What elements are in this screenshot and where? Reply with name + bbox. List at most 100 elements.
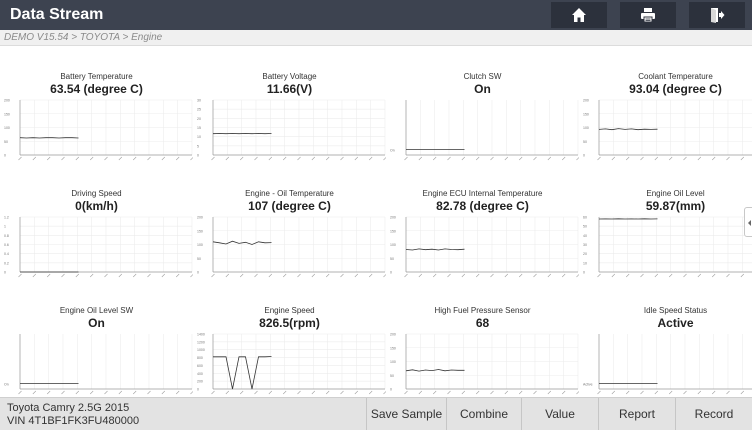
trend-chart: On bbox=[4, 334, 193, 395]
stream-item[interactable]: 200 150 100 50 0 Battery Temperature 63.54 (… bbox=[0, 46, 193, 163]
x-tick-mark bbox=[490, 273, 494, 278]
stream-item[interactable]: 30 25 20 15 10 5 0 Battery Voltage 11.66(V) bbox=[193, 46, 386, 163]
bottom-bar: Toyota Camry 2.5G 2015 VIN 4T1BF1FK3FU48… bbox=[0, 397, 752, 430]
stream-item[interactable]: On Clutch SW On bbox=[386, 46, 579, 163]
y-tick-label: 800 bbox=[197, 356, 203, 360]
stream-item[interactable]: 200 150 100 50 0 Engine ECU Internal Tempera… bbox=[386, 163, 579, 280]
home-icon bbox=[572, 8, 586, 22]
y-tick-label: 0.8 bbox=[4, 234, 9, 238]
x-tick-mark bbox=[625, 156, 630, 161]
stream-item[interactable]: 1400 1200 1000 800 600 400 200 0 Engine Speed 8… bbox=[193, 280, 386, 397]
stream-item-value: 63.54 (degree C) bbox=[50, 82, 143, 96]
y-tick-label: 0 bbox=[390, 271, 392, 275]
y-tick-label: 0 bbox=[4, 271, 6, 275]
x-tick-mark bbox=[726, 390, 730, 395]
x-tick-mark bbox=[475, 273, 480, 278]
stream-item-value: 11.66(V) bbox=[266, 82, 313, 96]
y-tick-label: 10 bbox=[583, 261, 587, 265]
record-button[interactable]: Record bbox=[675, 398, 752, 430]
x-tick-mark bbox=[46, 156, 51, 161]
combine-button[interactable]: Combine bbox=[446, 398, 521, 430]
y-tick-label: 30 bbox=[583, 243, 587, 247]
x-tick-mark bbox=[118, 156, 123, 161]
x-tick-mark bbox=[239, 156, 244, 161]
stream-item-value: 82.78 (degree C) bbox=[436, 199, 529, 213]
x-tick-mark bbox=[547, 156, 552, 161]
x-tick-mark bbox=[32, 273, 37, 278]
x-tick-mark bbox=[132, 273, 137, 278]
stream-item-name: Engine - Oil Temperature bbox=[245, 189, 334, 198]
series-line bbox=[213, 356, 272, 390]
x-tick-mark bbox=[611, 273, 616, 278]
y-tick-label: On bbox=[4, 383, 9, 387]
stream-item-name: Idle Speed Status bbox=[643, 306, 708, 315]
y-tick-label: 1.2 bbox=[4, 216, 9, 220]
x-tick-mark bbox=[254, 390, 258, 395]
stream-item[interactable]: 200 150 100 50 0 Coolant Temperature 93.04 (… bbox=[579, 46, 752, 163]
y-tick-label: 600 bbox=[197, 364, 203, 368]
x-tick-mark bbox=[461, 390, 466, 395]
value-button[interactable]: Value bbox=[521, 398, 598, 430]
series-line bbox=[212, 240, 272, 245]
x-tick-mark bbox=[325, 273, 330, 278]
series-line bbox=[405, 369, 465, 372]
printer-icon bbox=[641, 8, 655, 23]
x-tick-mark bbox=[268, 156, 273, 161]
exit-button[interactable] bbox=[689, 2, 745, 28]
save-sample-button[interactable]: Save Sample bbox=[366, 398, 446, 430]
y-tick-label: On bbox=[390, 149, 395, 153]
x-tick-mark bbox=[711, 273, 716, 278]
y-tick-label: 1 bbox=[4, 225, 6, 229]
stream-item[interactable]: On Engine Oil Level SW On bbox=[0, 280, 193, 397]
x-tick-mark bbox=[225, 273, 230, 278]
x-tick-mark bbox=[75, 273, 80, 278]
stream-item[interactable]: Active Idle Speed Status Active bbox=[579, 280, 752, 397]
x-tick-mark bbox=[418, 156, 423, 161]
stream-item-value: 68 bbox=[475, 316, 490, 330]
stream-item-name: Battery Voltage bbox=[262, 72, 317, 81]
x-tick-mark bbox=[711, 390, 716, 395]
x-tick-mark bbox=[175, 273, 180, 278]
y-tick-label: 400 bbox=[197, 372, 203, 376]
x-tick-mark bbox=[697, 156, 702, 161]
trend-chart: On bbox=[390, 100, 579, 161]
x-tick-mark bbox=[61, 390, 65, 395]
report-button[interactable]: Report bbox=[598, 398, 675, 430]
page-title: Data Stream bbox=[10, 6, 104, 23]
x-tick-mark bbox=[432, 390, 437, 395]
y-tick-label: 1000 bbox=[197, 348, 205, 352]
stream-item-name: Engine Oil Level bbox=[646, 189, 705, 198]
exit-icon bbox=[711, 8, 725, 23]
x-tick-mark bbox=[118, 273, 123, 278]
x-tick-mark bbox=[211, 273, 215, 278]
stream-item-name: Engine Oil Level SW bbox=[59, 306, 134, 315]
x-tick-mark bbox=[490, 156, 494, 161]
x-tick-mark bbox=[475, 156, 480, 161]
data-stream-grid: 200 150 100 50 0 Battery Temperature 63.54 (… bbox=[0, 46, 752, 397]
x-tick-mark bbox=[597, 273, 601, 278]
side-panel-handle[interactable] bbox=[744, 207, 752, 237]
x-tick-mark bbox=[461, 273, 466, 278]
y-tick-label: 0 bbox=[197, 388, 199, 392]
x-tick-mark bbox=[640, 156, 644, 161]
x-tick-mark bbox=[432, 273, 437, 278]
stream-item[interactable]: 200 150 100 50 0 Engine - Oil Temperature 10… bbox=[193, 163, 386, 280]
x-tick-mark bbox=[46, 273, 51, 278]
home-button[interactable] bbox=[551, 2, 607, 28]
header-bar: Data Stream bbox=[0, 0, 752, 30]
y-tick-label: 200 bbox=[390, 216, 396, 220]
print-button[interactable] bbox=[620, 2, 676, 28]
x-tick-mark bbox=[668, 390, 673, 395]
y-tick-label: 50 bbox=[197, 257, 201, 261]
y-tick-label: 200 bbox=[390, 333, 396, 337]
x-tick-mark bbox=[726, 273, 730, 278]
y-tick-label: 20 bbox=[583, 252, 587, 256]
x-tick-mark bbox=[461, 156, 466, 161]
x-tick-mark bbox=[447, 390, 451, 395]
x-tick-mark bbox=[282, 156, 287, 161]
y-tick-label: 50 bbox=[390, 257, 394, 261]
stream-item[interactable]: 200 150 100 50 0 High Fuel Pressure Sensor 6… bbox=[386, 280, 579, 397]
stream-item[interactable]: 1.2 1 0.8 0.6 0.4 0.2 0 Driving Speed 0(km/h) bbox=[0, 163, 193, 280]
x-tick-mark bbox=[533, 390, 537, 395]
stream-item[interactable]: 60 50 40 30 20 10 0 Engine Oil Level 59.87(mm) bbox=[579, 163, 752, 280]
